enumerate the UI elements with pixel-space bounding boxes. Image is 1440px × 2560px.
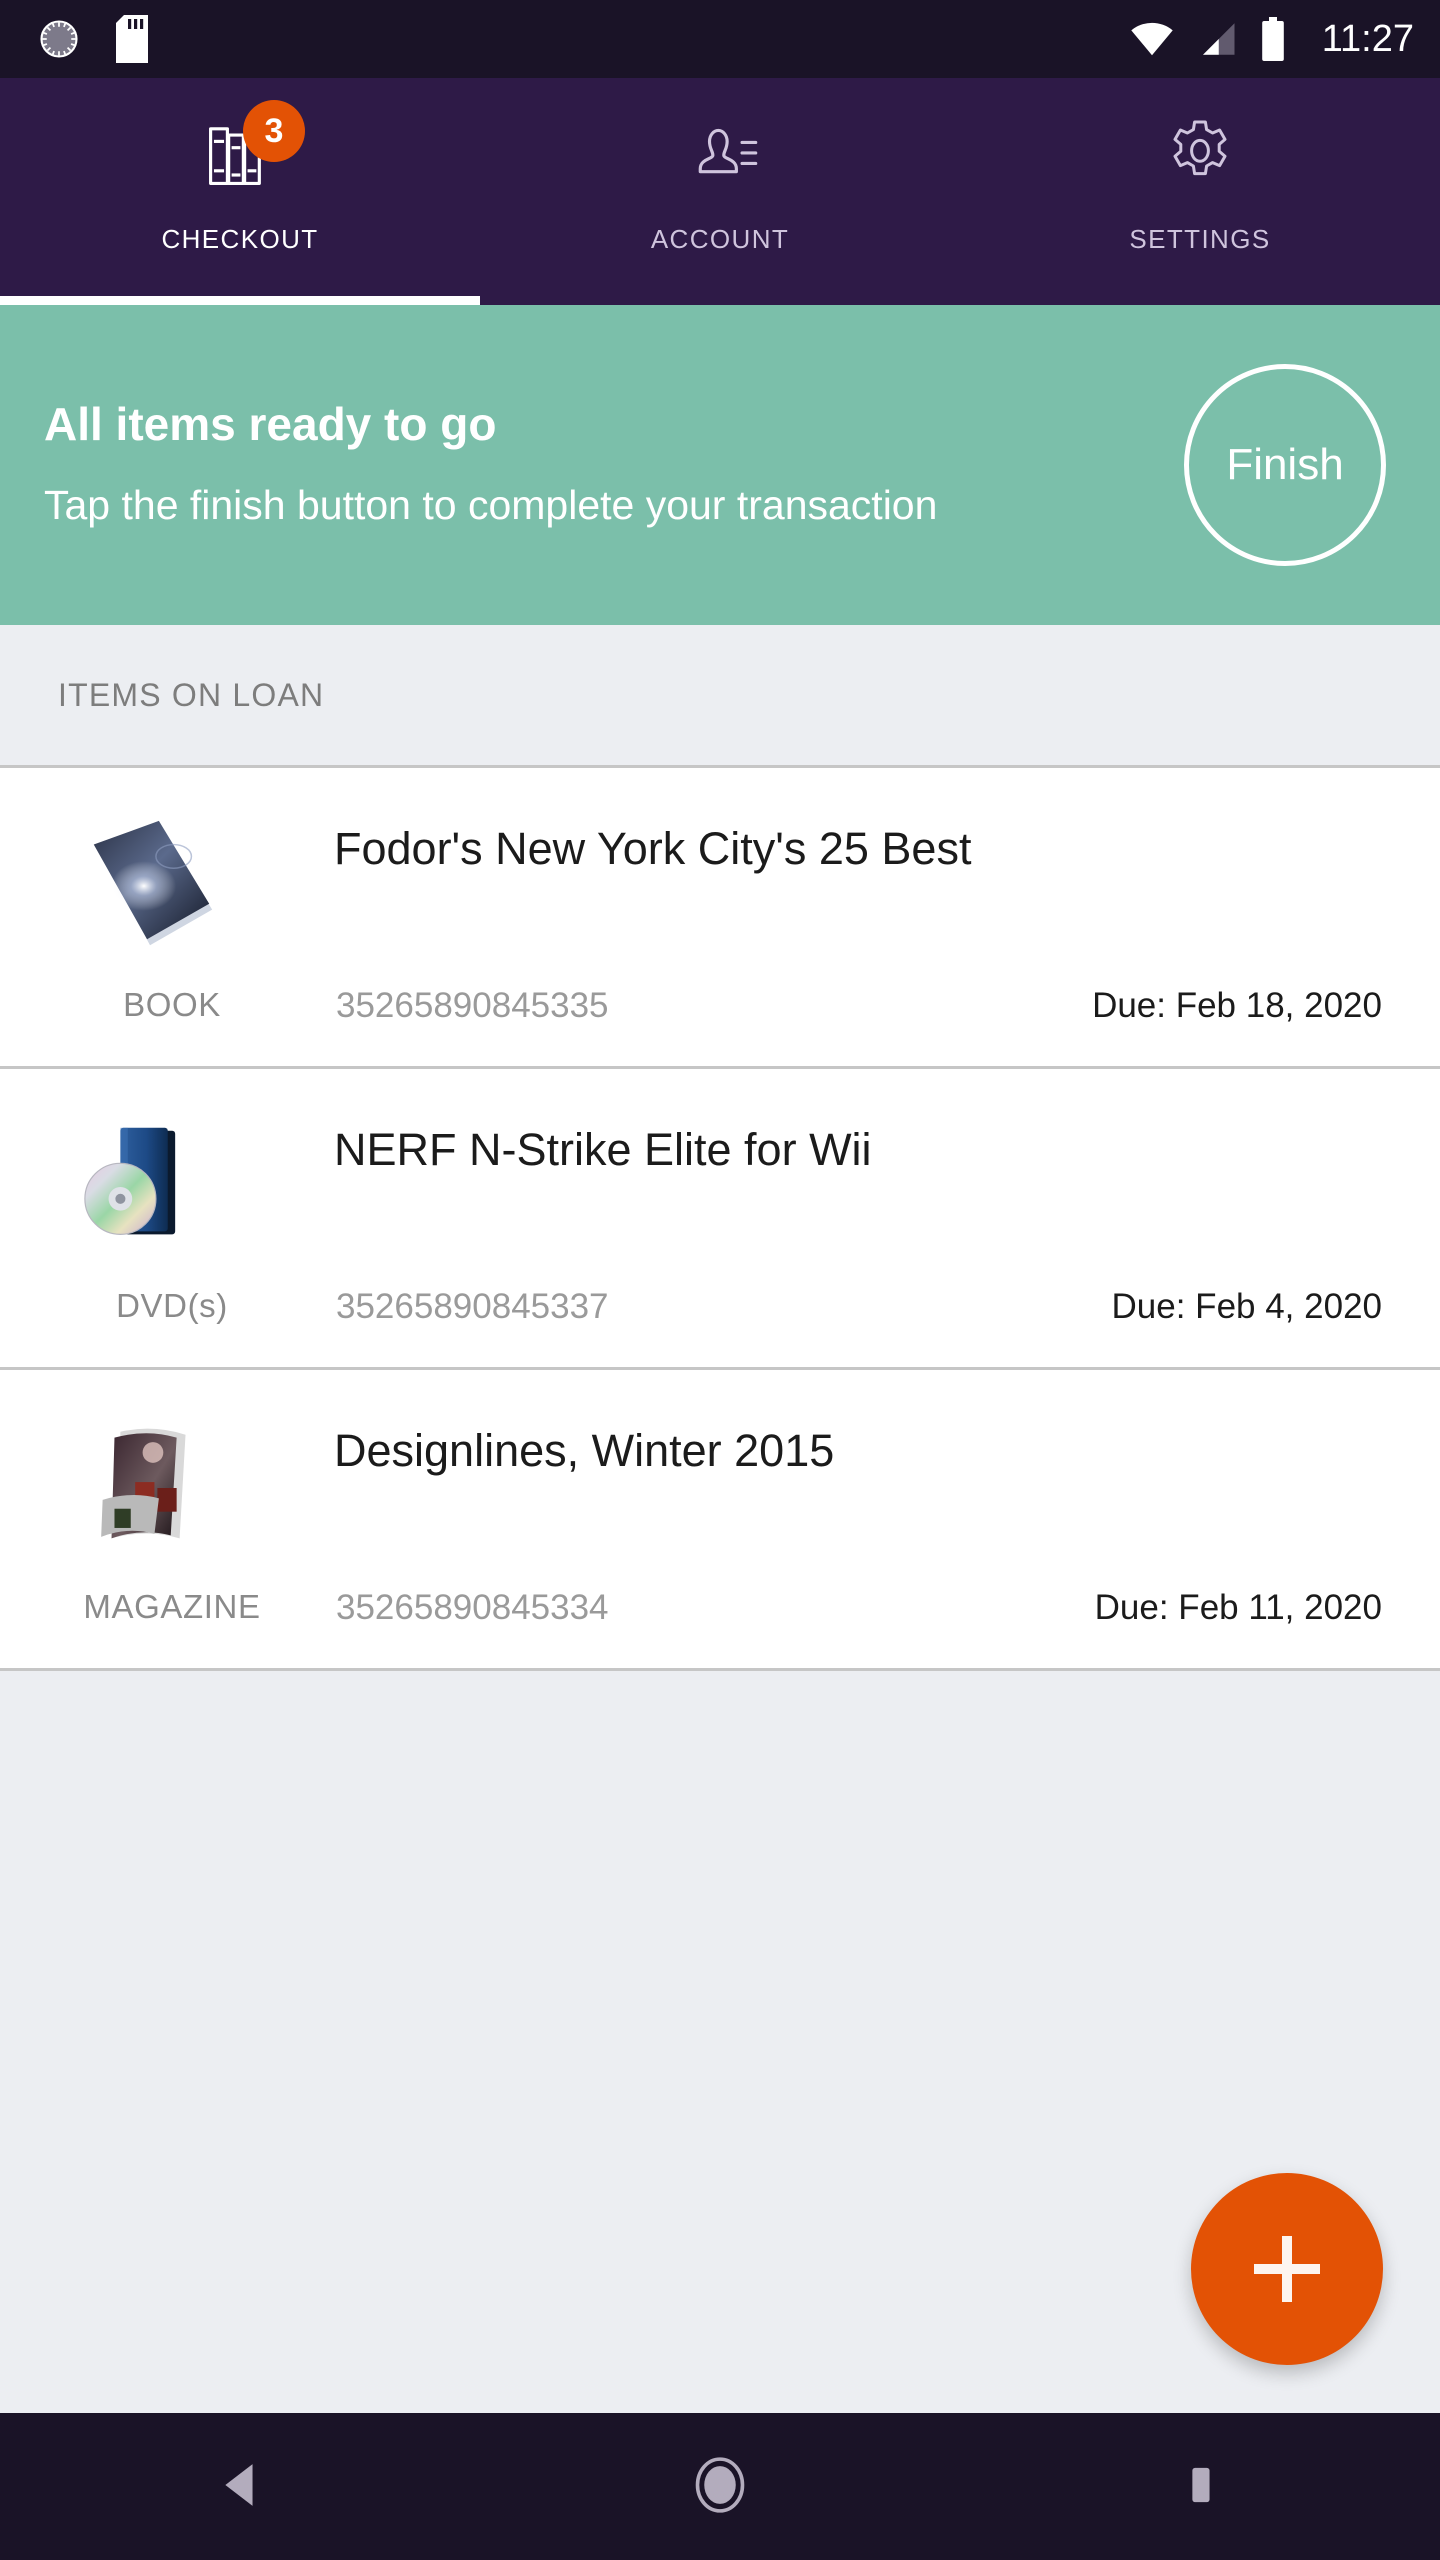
- tab-settings-label: SETTINGS: [1129, 224, 1271, 254]
- status-banner-title: All items ready to go: [44, 398, 497, 451]
- finish-button[interactable]: Finish: [1184, 364, 1386, 566]
- tab-account[interactable]: ACCOUNT: [480, 78, 960, 305]
- tab-settings[interactable]: SETTINGS: [960, 78, 1440, 305]
- item-due-date: Due: Feb 11, 2020: [1094, 1588, 1382, 1627]
- tab-checkout-icon-wrap: 3: [185, 100, 305, 202]
- tab-account-icon-wrap: [665, 110, 775, 202]
- status-bar: 11:27: [0, 0, 1440, 78]
- item-due-date: Due: Feb 4, 2020: [1111, 1287, 1382, 1326]
- status-bar-right-icons: 11:27: [1130, 17, 1414, 61]
- item-title: Designlines, Winter 2015: [334, 1426, 835, 1476]
- item-due-date: Due: Feb 18, 2020: [1092, 986, 1382, 1025]
- items-on-loan-section-header: ITEMS ON LOAN: [0, 625, 1440, 768]
- plus-icon: [1254, 2236, 1320, 2302]
- cell-signal-icon: [1196, 21, 1238, 57]
- tab-active-indicator: [0, 296, 480, 305]
- item-type: MAGAZINE: [83, 1588, 261, 1625]
- list-item[interactable]: Designlines, Winter 2015 MAGAZINE 352658…: [0, 1370, 1440, 1671]
- item-type: DVD(s): [116, 1287, 228, 1324]
- nav-recents-button[interactable]: [1120, 2413, 1280, 2560]
- item-type: BOOK: [123, 986, 221, 1023]
- list-item[interactable]: Fodor's New York City's 25 Best BOOK 352…: [0, 768, 1440, 1069]
- status-banner-subtitle: Tap the finish button to complete your t…: [44, 482, 938, 529]
- add-item-fab[interactable]: [1191, 2173, 1383, 2365]
- sd-card-icon: [116, 15, 148, 63]
- tab-account-label: ACCOUNT: [650, 224, 790, 254]
- battery-icon: [1260, 17, 1286, 61]
- items-on-loan-label: ITEMS ON LOAN: [58, 676, 325, 713]
- list-item[interactable]: NERF N-Strike Elite for Wii DVD(s) 35265…: [0, 1069, 1440, 1370]
- app-root: 11:27 3 CHECKOUT ACCOUNT SETTINGS All it…: [0, 0, 1440, 2560]
- item-barcode: 35265890845337: [336, 1287, 609, 1326]
- item-title: NERF N-Strike Elite for Wii: [334, 1125, 872, 1175]
- items-on-loan-list: Fodor's New York City's 25 Best BOOK 352…: [0, 768, 1440, 1671]
- item-barcode: 35265890845334: [336, 1588, 609, 1627]
- nav-home-button[interactable]: [640, 2413, 800, 2560]
- tab-settings-icon-wrap: [1145, 110, 1255, 202]
- back-triangle-icon: [219, 2462, 261, 2511]
- gear-icon: [1160, 114, 1240, 199]
- item-title: Fodor's New York City's 25 Best: [334, 824, 972, 874]
- dial-icon: [38, 18, 80, 60]
- status-bar-clock: 11:27: [1321, 18, 1414, 60]
- checkout-badge: 3: [243, 100, 305, 162]
- dvd-thumbnail: [60, 1107, 240, 1267]
- top-tab-bar: 3 CHECKOUT ACCOUNT SETTINGS: [0, 78, 1440, 305]
- book-thumbnail: [60, 806, 240, 966]
- status-banner-text: All items ready to go Tap the finish but…: [44, 398, 1184, 531]
- status-banner: All items ready to go Tap the finish but…: [0, 305, 1440, 625]
- tab-checkout-label: CHECKOUT: [161, 224, 319, 254]
- nav-back-button[interactable]: [160, 2413, 320, 2560]
- home-circle-icon: [693, 2455, 747, 2518]
- tab-checkout[interactable]: 3 CHECKOUT: [0, 78, 480, 305]
- magazine-thumbnail: [60, 1408, 240, 1568]
- recents-square-icon: [1180, 2464, 1220, 2509]
- person-list-icon: [678, 112, 762, 201]
- android-navigation-bar: [0, 2413, 1440, 2560]
- status-bar-left-icons: [38, 15, 148, 63]
- wifi-icon: [1130, 21, 1174, 57]
- item-barcode: 35265890845335: [336, 986, 609, 1025]
